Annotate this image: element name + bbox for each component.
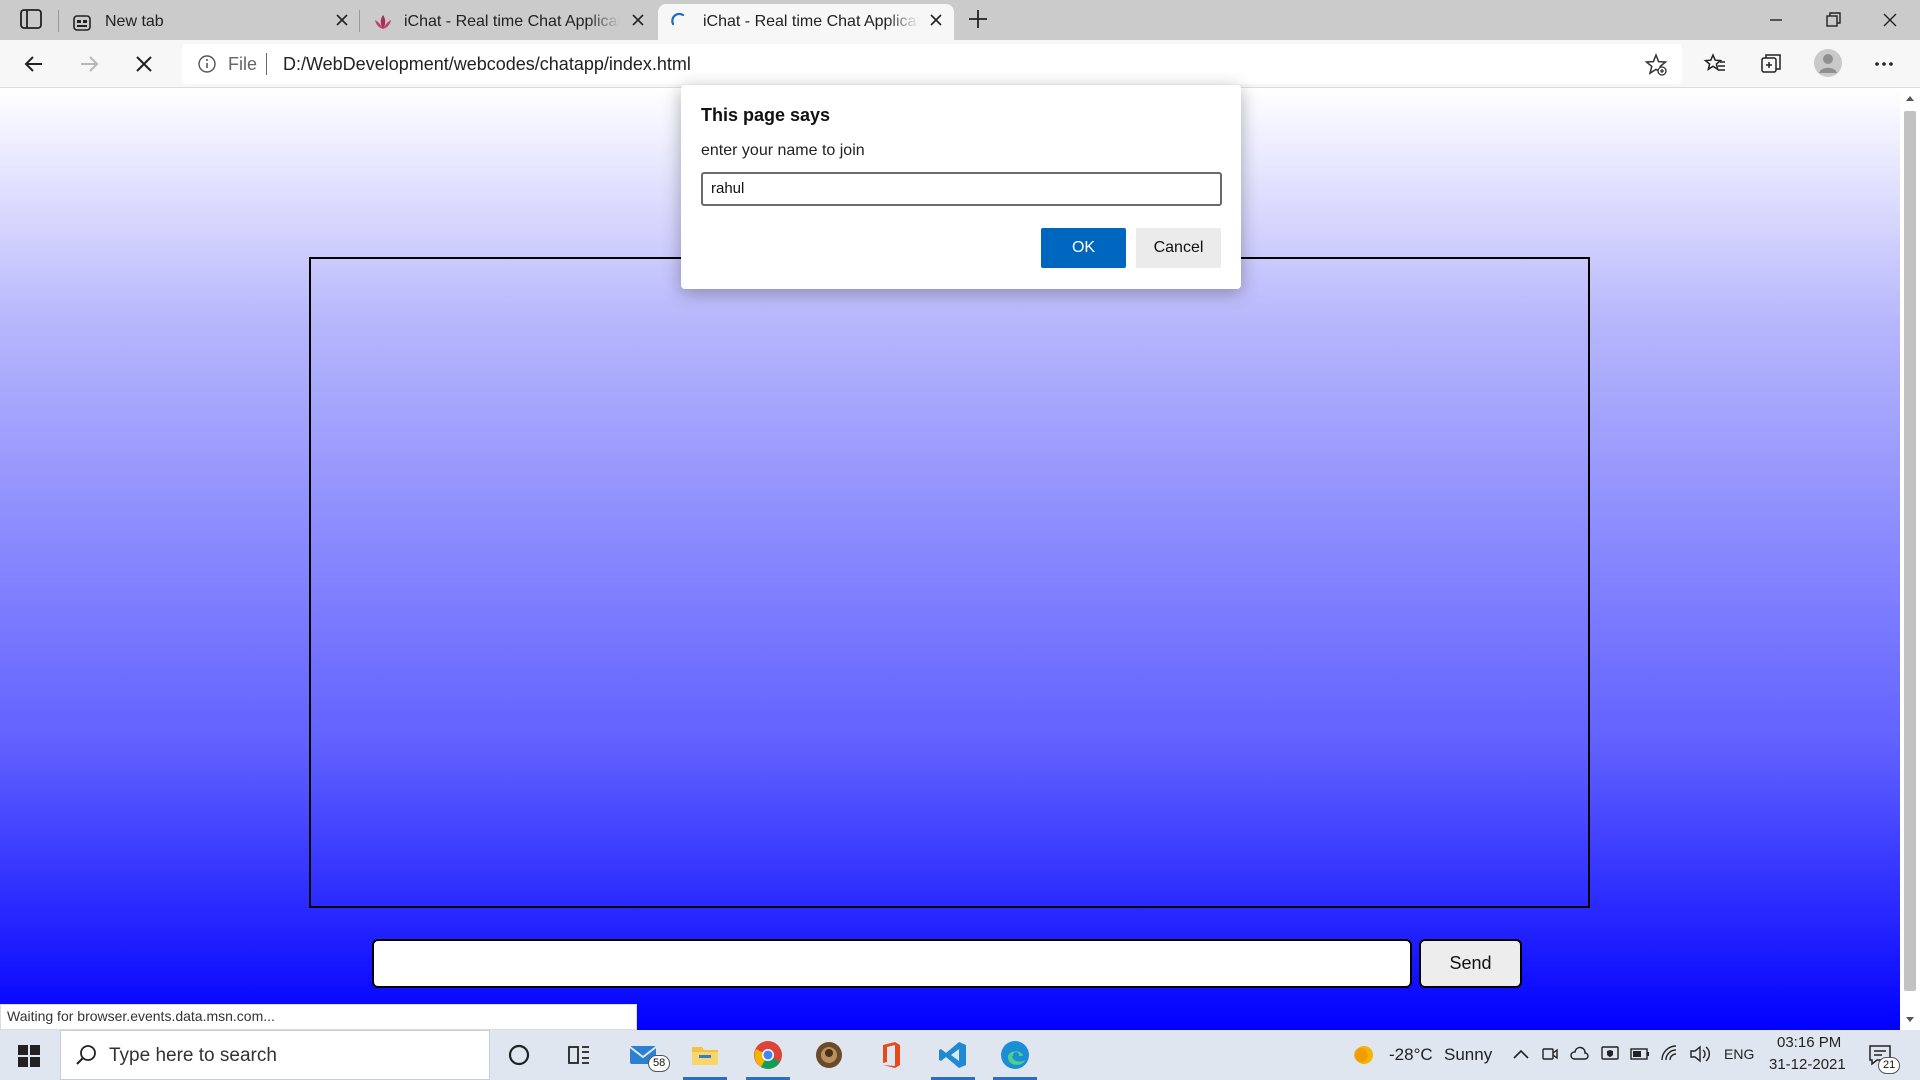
tab-ichat-1[interactable]: iChat - Real time Chat Application: [360, 4, 656, 40]
status-bar: Waiting for browser.events.data.msn.com.…: [0, 1004, 637, 1030]
volume-icon[interactable]: [1689, 1044, 1711, 1064]
taskbar: Type here to search 58 -28°C Sunny ENG 0…: [0, 1030, 1920, 1080]
address-separator: [266, 53, 267, 75]
weather-sun-icon[interactable]: [1352, 1043, 1376, 1067]
forward-arrow-icon[interactable]: [77, 52, 101, 76]
onedrive-cloud-icon[interactable]: [1569, 1045, 1589, 1063]
meet-now-icon[interactable]: [1541, 1045, 1559, 1063]
cancel-button[interactable]: Cancel: [1136, 228, 1221, 268]
task-view-icon[interactable]: [563, 1039, 595, 1071]
security-shield-icon[interactable]: [1600, 1045, 1620, 1063]
close-tab-icon[interactable]: [630, 12, 646, 28]
file-explorer-icon[interactable]: [689, 1039, 721, 1071]
profile-avatar-icon[interactable]: [1813, 48, 1843, 78]
windows-start-icon[interactable]: [18, 1045, 40, 1067]
browser-toolbar: File D:/WebDevelopment/webcodes/chatapp/…: [0, 40, 1920, 88]
back-arrow-icon[interactable]: [22, 52, 46, 76]
scroll-down-arrow-icon[interactable]: [1905, 1016, 1915, 1024]
send-button[interactable]: Send: [1419, 939, 1522, 988]
app-avatar-icon[interactable]: [813, 1039, 845, 1071]
dialog-message: enter your name to join: [701, 142, 865, 159]
add-favorite-star-icon[interactable]: [1644, 53, 1668, 77]
more-options-icon[interactable]: [1872, 52, 1896, 76]
tab-actions-icon[interactable]: [20, 9, 42, 29]
tab-title: New tab: [105, 13, 164, 30]
cortana-icon[interactable]: [503, 1039, 535, 1071]
input-language[interactable]: ENG: [1724, 1046, 1754, 1062]
chat-message-container: [309, 257, 1590, 908]
weather-temperature[interactable]: -28°C: [1389, 1045, 1433, 1065]
search-icon: [76, 1045, 96, 1065]
loading-spinner-icon: [671, 12, 685, 26]
collections-icon[interactable]: [1759, 52, 1783, 76]
office-icon[interactable]: [875, 1039, 907, 1071]
weather-condition[interactable]: Sunny: [1444, 1045, 1492, 1065]
tab-title: iChat - Real time Chat Application: [404, 13, 620, 30]
notification-count-badge: 21: [1878, 1057, 1901, 1074]
search-placeholder: Type here to search: [109, 1045, 277, 1066]
close-window-icon[interactable]: [1880, 10, 1900, 30]
wifi-icon[interactable]: [1660, 1044, 1680, 1064]
edge-browser-icon[interactable]: [999, 1039, 1031, 1071]
battery-icon[interactable]: [1630, 1047, 1650, 1061]
favorites-icon[interactable]: [1703, 52, 1727, 76]
show-hidden-icons-chevron-icon[interactable]: [1512, 1047, 1530, 1061]
tab-ichat-active[interactable]: iChat - Real time Chat Application: [658, 4, 954, 40]
restore-icon[interactable]: [1823, 10, 1843, 30]
ok-button[interactable]: OK: [1041, 228, 1126, 268]
name-input[interactable]: rahul: [701, 172, 1222, 206]
tab-strip: New tab iChat - Real time Chat Applicati…: [0, 0, 1920, 40]
tab-separator: [58, 10, 59, 32]
tab-new-tab[interactable]: New tab: [60, 4, 360, 40]
close-tab-icon[interactable]: [334, 12, 350, 28]
scrollbar-thumb[interactable]: [1904, 111, 1916, 991]
site-info-icon[interactable]: [198, 55, 216, 73]
scroll-up-arrow-icon[interactable]: [1905, 94, 1915, 102]
message-input[interactable]: [372, 939, 1412, 988]
page-scrollbar[interactable]: [1900, 89, 1920, 1030]
vscode-icon[interactable]: [937, 1039, 969, 1071]
url-text[interactable]: D:/WebDevelopment/webcodes/chatapp/index…: [283, 54, 691, 75]
clock-date[interactable]: 31-12-2021: [1769, 1056, 1846, 1073]
new-tab-page-icon: [73, 15, 91, 31]
prompt-dialog: This page says enter your name to join r…: [681, 85, 1241, 289]
mail-unread-badge: 58: [648, 1055, 671, 1072]
close-tab-icon[interactable]: [928, 12, 944, 28]
taskbar-search-box[interactable]: Type here to search: [60, 1030, 490, 1080]
chrome-icon[interactable]: [752, 1039, 784, 1071]
lotus-favicon-icon: [375, 15, 391, 29]
clock-time[interactable]: 03:16 PM: [1777, 1034, 1841, 1051]
scheme-label: File: [228, 54, 258, 74]
minimize-icon[interactable]: [1766, 10, 1786, 30]
new-tab-plus-icon[interactable]: [967, 8, 989, 30]
stop-loading-icon[interactable]: [132, 52, 156, 76]
address-bar[interactable]: File D:/WebDevelopment/webcodes/chatapp/…: [182, 44, 1682, 84]
dialog-title: This page says: [701, 105, 831, 125]
tab-title: iChat - Real time Chat Application: [703, 13, 919, 30]
